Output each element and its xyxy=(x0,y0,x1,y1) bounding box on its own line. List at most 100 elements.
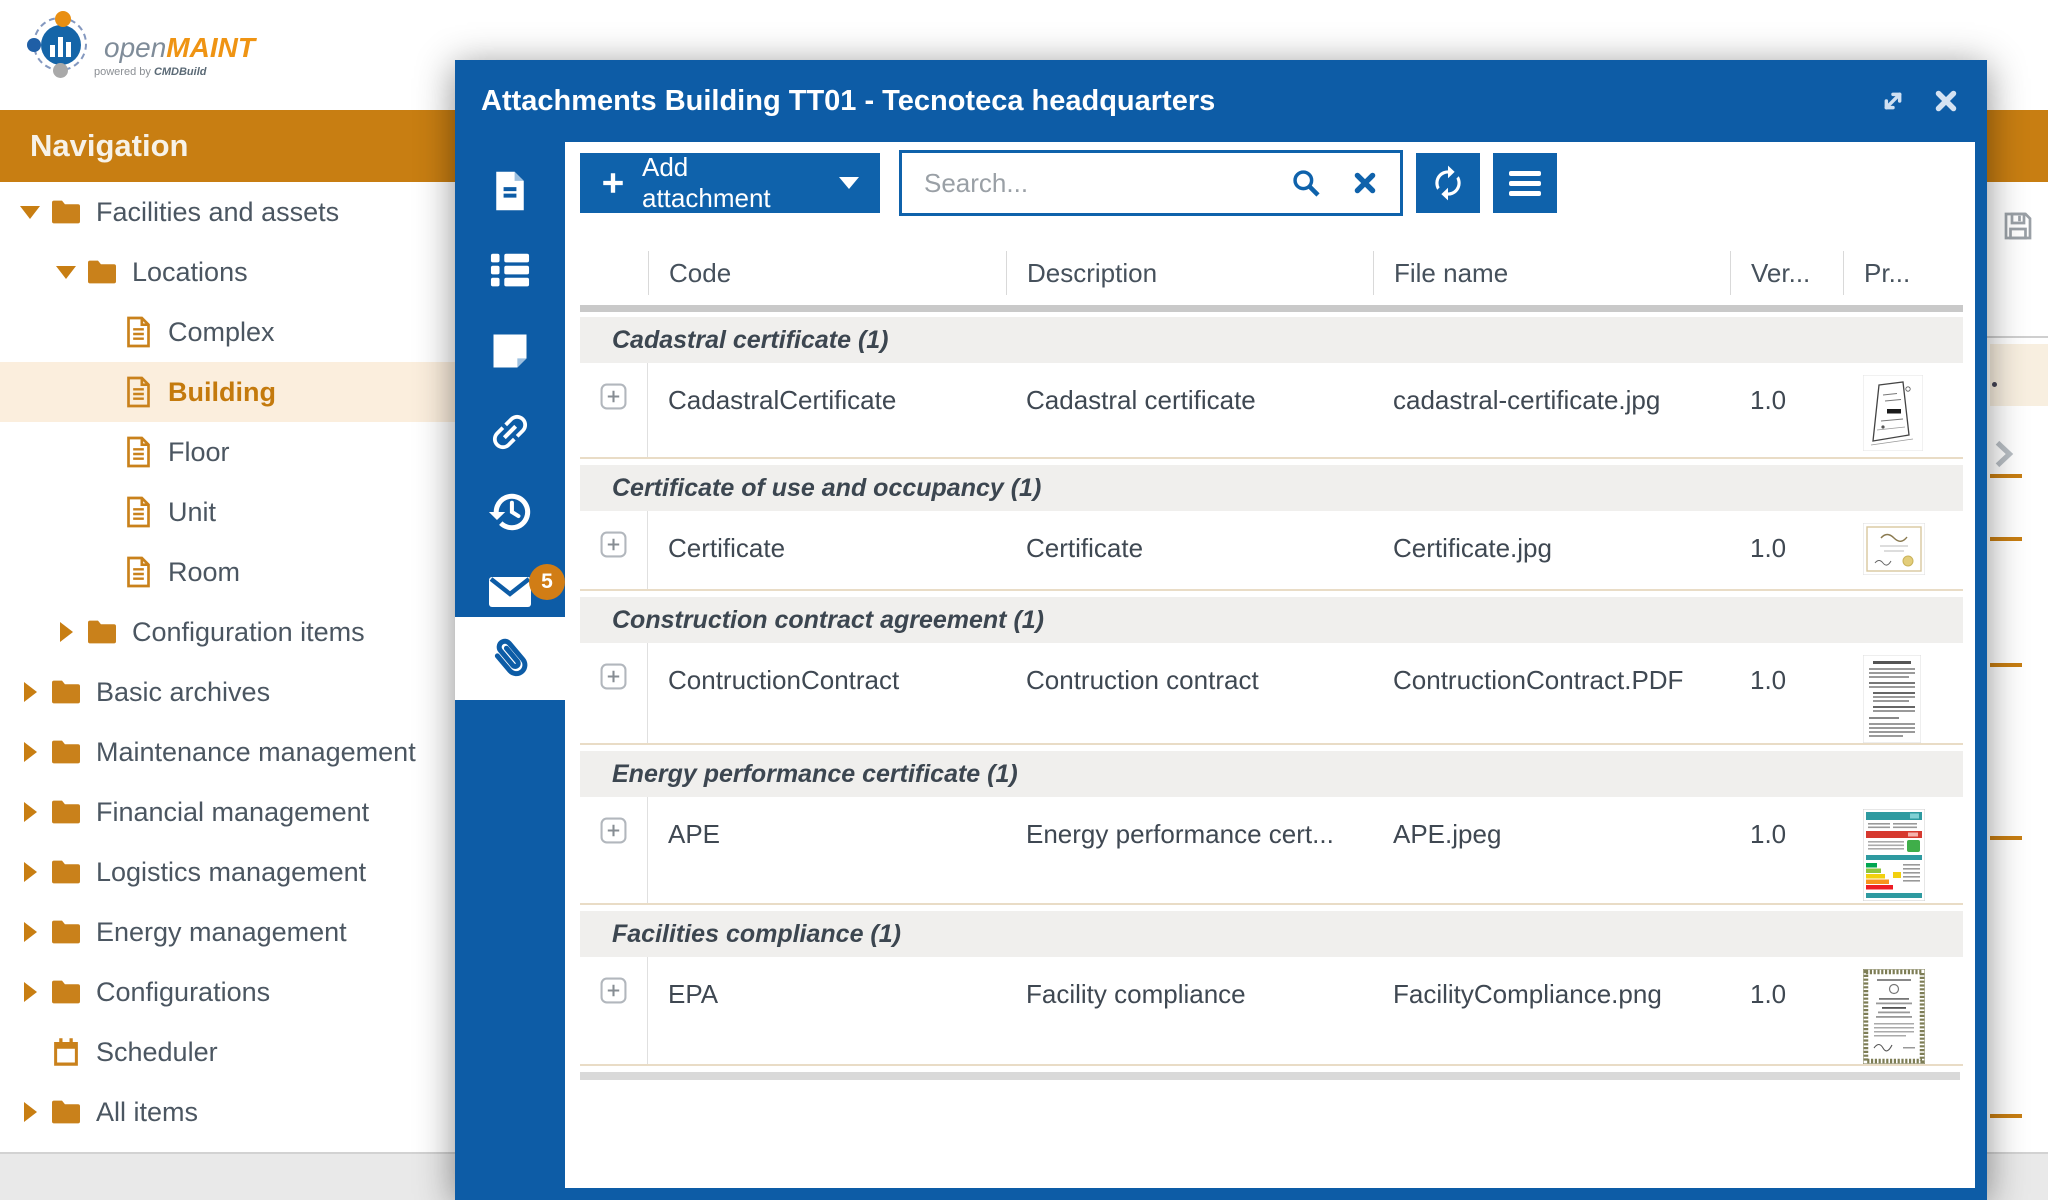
caret-down-icon[interactable] xyxy=(18,206,42,219)
table-row[interactable]: APEEnergy performance cert...APE.jpeg1.0 xyxy=(580,797,1963,905)
caret-right-icon[interactable] xyxy=(18,922,42,942)
grid-menu-button[interactable] xyxy=(1493,153,1557,213)
doc-icon xyxy=(122,436,154,468)
sidebar-item-maintenance-management[interactable]: Maintenance management xyxy=(0,722,455,782)
column-header-file-name[interactable]: File name xyxy=(1373,251,1730,295)
tab-attachments[interactable] xyxy=(455,617,565,700)
cell-code: CadastralCertificate xyxy=(648,363,1006,457)
group-header-energy-performance-certificate[interactable]: Energy performance certificate (1) xyxy=(580,751,1963,797)
horizontal-scrollbar[interactable] xyxy=(580,1072,1960,1080)
logo-wordmark: openMAINT xyxy=(104,34,255,62)
caret-right-icon[interactable] xyxy=(18,682,42,702)
caret-right-icon[interactable] xyxy=(18,982,42,1002)
sidebar-item-scheduler[interactable]: Scheduler xyxy=(0,1022,455,1082)
tab-history[interactable] xyxy=(455,472,565,552)
cell-preview xyxy=(1843,797,1963,903)
cell-description: Facility compliance xyxy=(1006,957,1373,1064)
cell-version: 1.0 xyxy=(1730,797,1843,903)
paperclip-icon xyxy=(487,634,533,684)
sidebar-item-label: Facilities and assets xyxy=(96,197,339,228)
sidebar-item-financial-management[interactable]: Financial management xyxy=(0,782,455,842)
table-row[interactable]: CadastralCertificateCadastral certificat… xyxy=(580,363,1963,459)
plus-icon xyxy=(600,170,626,196)
add-attachment-button[interactable]: Add attachment xyxy=(580,153,880,213)
caret-right-icon[interactable] xyxy=(18,802,42,822)
grid-header-scrollbar[interactable] xyxy=(580,305,1963,312)
column-header-ver[interactable]: Ver... xyxy=(1730,251,1843,295)
thumbnail-ornate-certificate-icon[interactable] xyxy=(1863,969,1963,1064)
sidebar-item-floor[interactable]: Floor xyxy=(0,422,455,482)
attachments-count-badge: 5 xyxy=(529,564,565,600)
expand-row-icon[interactable] xyxy=(600,383,627,410)
expand-row-icon[interactable] xyxy=(600,977,627,1004)
group-header-construction-contract-agreement[interactable]: Construction contract agreement (1) xyxy=(580,597,1963,643)
sidebar-item-room[interactable]: Room xyxy=(0,542,455,602)
column-header-description[interactable]: Description xyxy=(1006,251,1373,295)
sidebar-item-configurations[interactable]: Configurations xyxy=(0,962,455,1022)
sidebar-item-all-items[interactable]: All items xyxy=(0,1082,455,1142)
search-icon[interactable] xyxy=(1290,167,1322,199)
column-header-code[interactable]: Code xyxy=(648,251,1006,295)
navigation-tree: Facilities and assets LocationsComplexBui… xyxy=(0,182,455,1152)
table-row[interactable]: EPAFacility complianceFacilityCompliance… xyxy=(580,957,1963,1066)
cell-code: Certificate xyxy=(648,511,1006,589)
caret-right-icon[interactable] xyxy=(18,862,42,882)
sidebar-item-logistics-management[interactable]: Logistics management xyxy=(0,842,455,902)
chevron-right-icon[interactable] xyxy=(1984,436,2020,472)
tab-card[interactable] xyxy=(455,151,565,231)
background-divider xyxy=(1987,336,2048,338)
tab-relations[interactable] xyxy=(455,392,565,472)
caret-right-icon[interactable] xyxy=(18,742,42,762)
thumbnail-certificate-icon[interactable] xyxy=(1863,523,1963,575)
cell-description: Energy performance cert... xyxy=(1006,797,1373,903)
sidebar-item-basic-archives[interactable]: Basic archives xyxy=(0,662,455,722)
caret-right-icon[interactable] xyxy=(18,1102,42,1122)
clear-search-icon[interactable] xyxy=(1352,170,1378,196)
save-icon[interactable] xyxy=(2000,208,2036,244)
table-row[interactable]: ContructionContractContruction contractC… xyxy=(580,643,1963,745)
sidebar-item-complex[interactable]: Complex xyxy=(0,302,455,362)
group-header-certificate-of-use-and-occupancy[interactable]: Certificate of use and occupancy (1) xyxy=(580,465,1963,511)
group-header-cadastral-certificate[interactable]: Cadastral certificate (1) xyxy=(580,317,1963,363)
expand-cell xyxy=(580,797,648,903)
search-input[interactable] xyxy=(902,153,1276,213)
tab-notes[interactable] xyxy=(455,311,565,391)
expand-cell xyxy=(580,511,648,589)
cell-version: 1.0 xyxy=(1730,643,1843,743)
sidebar-item-unit[interactable]: Unit xyxy=(0,482,455,542)
cell-description: Cadastral certificate xyxy=(1006,363,1373,457)
maximize-icon[interactable] xyxy=(1877,85,1909,117)
caret-down-icon xyxy=(838,176,860,190)
folder-icon xyxy=(50,738,82,766)
envelope-icon xyxy=(486,573,534,611)
thumbnail-energy-label-icon[interactable] xyxy=(1863,809,1963,901)
tab-detail-list[interactable] xyxy=(455,230,565,310)
expand-row-icon[interactable] xyxy=(600,663,627,690)
thumbnail-map-icon[interactable] xyxy=(1863,375,1963,451)
expand-row-icon[interactable] xyxy=(600,817,627,844)
caret-right-icon[interactable] xyxy=(54,622,78,642)
column-header-pr[interactable]: Pr... xyxy=(1843,251,1963,295)
cell-description: Contruction contract xyxy=(1006,643,1373,743)
grid-header-row: CodeDescriptionFile nameVer...Pr... xyxy=(580,240,1963,305)
sidebar-item-building[interactable]: Building xyxy=(0,362,455,422)
cell-code: APE xyxy=(648,797,1006,903)
thumbnail-document-icon[interactable] xyxy=(1863,655,1963,743)
attachments-panel: Add attachment xyxy=(565,142,1975,1188)
table-row[interactable]: CertificateCertificateCertificate.jpg1.0 xyxy=(580,511,1963,591)
expand-row-icon[interactable] xyxy=(600,531,627,558)
doc-icon xyxy=(122,556,154,588)
cell-file-name: Certificate.jpg xyxy=(1373,511,1730,589)
sidebar-item-energy-management[interactable]: Energy management xyxy=(0,902,455,962)
close-icon[interactable] xyxy=(1931,86,1961,116)
sidebar-item-locations[interactable]: Locations xyxy=(0,242,455,302)
sidebar-item-facilities-and-assets[interactable]: Facilities and assets xyxy=(0,182,455,242)
dialog-titlebar: Attachments Building TT01 - Tecnoteca he… xyxy=(455,60,1987,142)
caret-down-icon[interactable] xyxy=(54,266,78,279)
group-header-facilities-compliance[interactable]: Facilities compliance (1) xyxy=(580,911,1963,957)
sidebar-item-configuration-items[interactable]: Configuration items xyxy=(0,602,455,662)
expand-cell xyxy=(580,643,648,743)
search-box xyxy=(899,150,1403,216)
refresh-button[interactable] xyxy=(1416,153,1480,213)
folder-icon xyxy=(86,618,118,646)
